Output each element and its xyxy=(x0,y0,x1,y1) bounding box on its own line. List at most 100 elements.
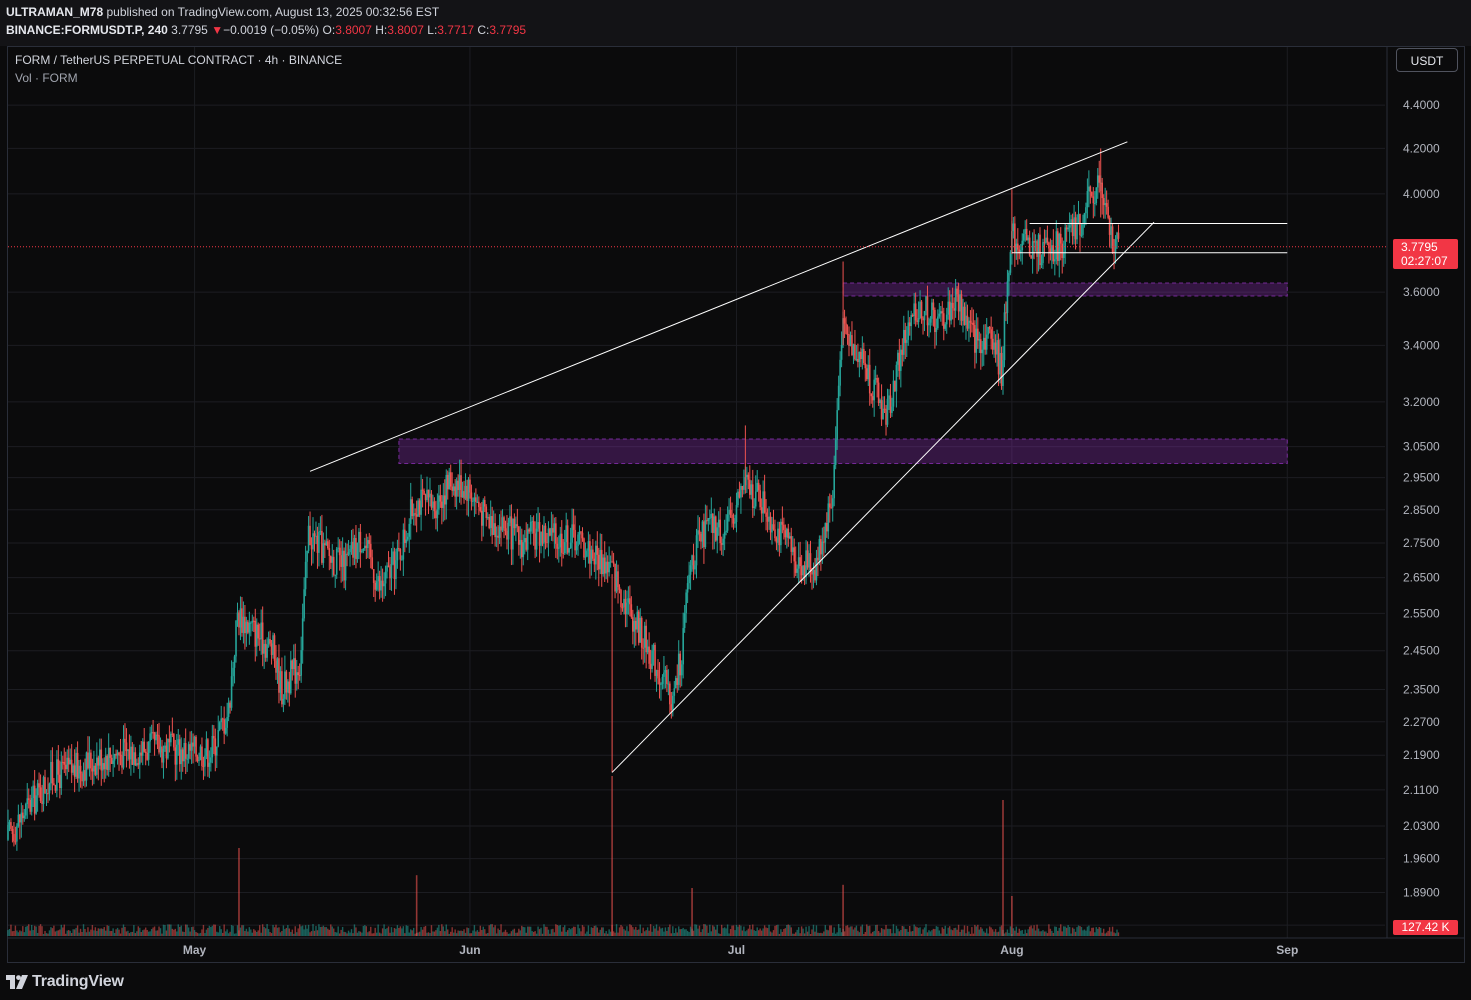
price-axis[interactable]: 4.40004.20004.00003.60003.40003.20003.05… xyxy=(1403,98,1440,932)
candle-body xyxy=(1027,237,1029,241)
candle-body xyxy=(765,512,767,517)
candle-body xyxy=(669,683,671,705)
candle-body xyxy=(590,549,593,564)
candle-body xyxy=(190,742,193,751)
volume-bar xyxy=(109,931,111,936)
candle-body xyxy=(276,658,279,673)
volume-bar xyxy=(365,926,368,936)
candle-body xyxy=(48,783,51,794)
volume-bar xyxy=(164,925,166,936)
candle-body xyxy=(809,553,812,571)
volume-bar xyxy=(455,933,458,936)
candle-body xyxy=(923,311,926,321)
volume-bar xyxy=(501,932,504,936)
volume-bar xyxy=(929,931,932,936)
volume-bar xyxy=(1113,932,1115,936)
candle-body xyxy=(343,550,345,581)
candle-body xyxy=(485,506,488,519)
candle-body xyxy=(714,516,717,541)
candle-body xyxy=(1022,233,1025,241)
volume-bar xyxy=(1014,930,1016,936)
volume-bar xyxy=(301,925,304,936)
candle-body xyxy=(871,396,874,401)
candle-body xyxy=(20,812,23,823)
candle-body xyxy=(865,368,868,380)
volume-bar xyxy=(609,931,612,936)
candle-body xyxy=(16,826,18,842)
candle-body xyxy=(269,638,271,644)
currency-button[interactable]: USDT xyxy=(1396,48,1458,72)
candle-body xyxy=(837,385,840,411)
volume-bar xyxy=(559,925,561,936)
price-chart[interactable]: 4.40004.20004.00003.60003.40003.20003.05… xyxy=(0,0,1471,964)
volume-bar xyxy=(661,927,664,936)
candle-body xyxy=(451,486,453,491)
volume-bar xyxy=(984,932,986,936)
candle-body xyxy=(999,352,1001,375)
volume-bar xyxy=(325,927,328,936)
volume-bar xyxy=(823,931,825,936)
time-axis[interactable]: May Jun Jul Aug Sep xyxy=(183,943,1298,957)
candle-body xyxy=(1095,187,1098,204)
candle-body xyxy=(476,501,479,503)
volume-bar xyxy=(500,924,502,936)
candle-body xyxy=(908,322,911,327)
candle-body xyxy=(441,501,443,508)
candle-body xyxy=(746,474,748,478)
candle-body xyxy=(327,541,329,549)
volume-bar xyxy=(495,933,498,936)
volume-bar xyxy=(971,927,973,936)
candle-body xyxy=(220,718,223,723)
volume-bar xyxy=(350,929,353,936)
volume-bar xyxy=(988,926,991,936)
candle-body xyxy=(93,765,95,772)
volume-bar xyxy=(1055,926,1057,936)
tradingview-logo[interactable]: TradingView xyxy=(6,972,124,992)
candle-body xyxy=(905,339,908,343)
volume-bar xyxy=(685,929,687,936)
candle-body xyxy=(27,798,30,800)
volume-bar xyxy=(405,925,407,936)
volume-bar xyxy=(313,930,316,936)
candle-body xyxy=(79,765,82,774)
candle-body xyxy=(417,500,419,517)
candle-body xyxy=(96,757,98,775)
candle-body xyxy=(369,543,372,558)
volume-bar xyxy=(38,925,40,936)
volume-bar xyxy=(390,927,393,936)
candle-body xyxy=(443,495,446,505)
candle-body xyxy=(707,518,710,521)
volume-bar xyxy=(504,929,507,936)
candle-body xyxy=(82,770,85,782)
candle-body xyxy=(806,550,809,568)
volume-bar xyxy=(23,932,25,936)
candle-body xyxy=(452,486,455,491)
volume-bar xyxy=(155,930,157,936)
candle-body xyxy=(494,523,496,538)
volume-bar xyxy=(139,927,141,936)
volume-bar xyxy=(586,931,588,936)
volume-bar xyxy=(436,927,439,936)
candle-body xyxy=(1005,312,1007,314)
volume-bar xyxy=(454,929,456,936)
volume-bar xyxy=(735,924,738,936)
volume-bar xyxy=(35,926,37,936)
volume-bar xyxy=(491,924,493,936)
candle-body xyxy=(356,542,359,560)
volume-bar xyxy=(307,924,310,936)
candle-body xyxy=(340,555,342,567)
candle-body xyxy=(99,749,101,766)
volume-bar xyxy=(549,933,551,936)
candle-body xyxy=(32,785,34,798)
candle-body xyxy=(331,556,334,563)
volume-bar xyxy=(996,932,998,936)
volume-bar xyxy=(336,932,338,936)
volume-bar xyxy=(229,931,231,936)
candle-body xyxy=(1071,219,1074,237)
chart-title: FORM / TetherUS PERPETUAL CONTRACT · 4h … xyxy=(15,53,343,67)
candle-body xyxy=(261,622,264,654)
candle-body xyxy=(266,644,268,658)
volume-bar xyxy=(697,928,699,936)
candle-body xyxy=(538,522,541,546)
candle-body xyxy=(749,479,751,495)
